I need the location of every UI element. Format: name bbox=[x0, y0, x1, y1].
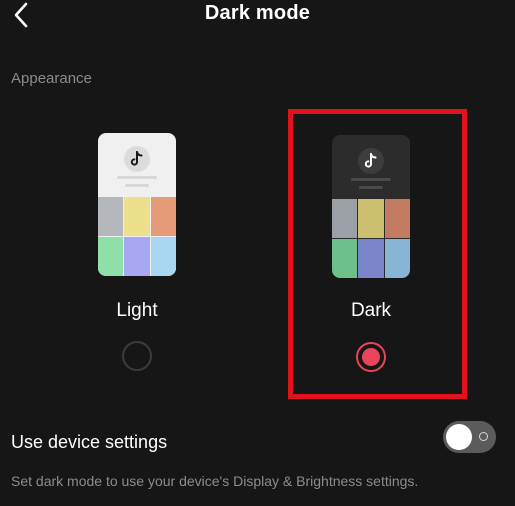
preview-tile bbox=[332, 199, 358, 238]
preview-tile bbox=[358, 239, 384, 278]
light-mode-label: Light bbox=[116, 300, 158, 321]
preview-tile bbox=[384, 199, 410, 238]
dark-mode-option[interactable]: Dark bbox=[296, 120, 446, 380]
appearance-section-label: Appearance bbox=[11, 70, 92, 87]
preview-tile bbox=[332, 239, 358, 278]
device-settings-row: Use device settings bbox=[0, 418, 515, 462]
preview-text-line bbox=[351, 178, 391, 181]
preview-tile-grid bbox=[98, 197, 176, 276]
device-settings-toggle[interactable] bbox=[443, 421, 496, 453]
tiktok-logo-icon bbox=[124, 146, 150, 172]
preview-tile bbox=[98, 237, 124, 276]
preview-text-line bbox=[125, 184, 149, 187]
preview-tile bbox=[150, 237, 176, 276]
light-mode-preview bbox=[98, 133, 176, 276]
preview-tile bbox=[150, 197, 176, 236]
dark-mode-screen: Dark mode Appearance Light Dark Use devi… bbox=[0, 0, 515, 506]
preview-tile bbox=[358, 199, 384, 238]
device-settings-description: Set dark mode to use your device's Displ… bbox=[11, 473, 419, 489]
preview-tile bbox=[384, 239, 410, 278]
preview-tile-grid bbox=[332, 199, 410, 278]
toggle-knob bbox=[446, 424, 472, 450]
preview-tile bbox=[124, 197, 150, 236]
dark-mode-label: Dark bbox=[350, 300, 392, 321]
tiktok-logo-icon bbox=[358, 148, 384, 174]
light-mode-option[interactable]: Light bbox=[62, 120, 212, 380]
page-title: Dark mode bbox=[204, 2, 311, 24]
preview-text-line bbox=[117, 176, 157, 179]
dark-mode-preview bbox=[332, 135, 410, 278]
toggle-off-icon bbox=[479, 432, 488, 441]
device-settings-label: Use device settings bbox=[11, 432, 168, 452]
dark-mode-radio[interactable] bbox=[356, 342, 386, 372]
preview-text-line bbox=[359, 186, 383, 189]
light-mode-radio[interactable] bbox=[122, 341, 152, 371]
radio-selected-dot bbox=[362, 348, 380, 366]
preview-tile bbox=[98, 197, 124, 236]
preview-tile bbox=[124, 237, 150, 276]
